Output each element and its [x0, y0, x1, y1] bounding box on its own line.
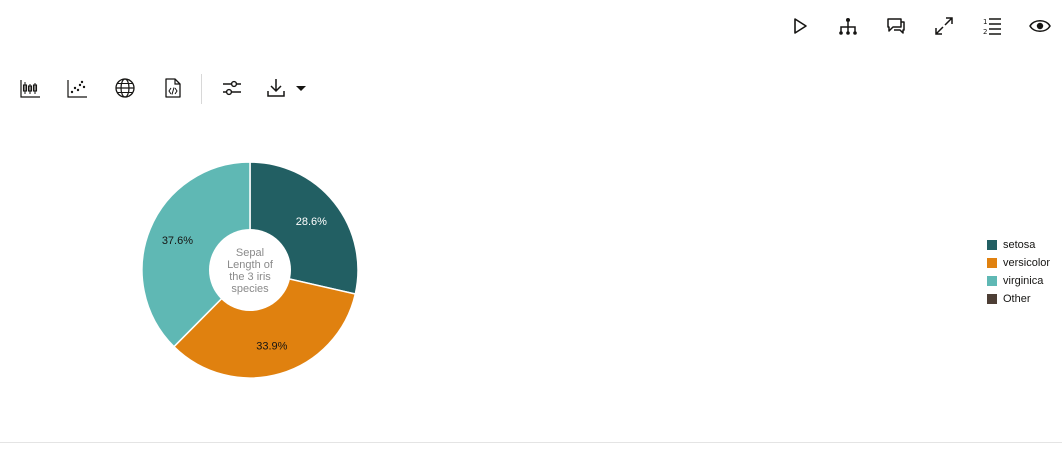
legend-swatch: [987, 276, 997, 286]
slice-label-virginica: 37.6%: [162, 235, 193, 247]
center-label-line: the 3 iris: [229, 271, 271, 283]
box-plot-icon: [20, 80, 40, 98]
list-button[interactable]: 1 2: [976, 10, 1008, 42]
center-label-line: species: [231, 283, 269, 295]
legend-label: virginica: [1003, 275, 1044, 287]
chart-area: 28.6% 33.9% 37.6% Sepal Length of the 3 iris s…: [0, 120, 1062, 430]
download-button[interactable]: [260, 72, 292, 104]
legend-item-other[interactable]: Other: [987, 290, 1050, 308]
legend-swatch: [987, 258, 997, 268]
run-button[interactable]: [784, 10, 816, 42]
toolbar-divider: [201, 74, 202, 104]
comments-icon: [887, 18, 905, 34]
download-icon: [267, 79, 285, 97]
map-button[interactable]: [109, 72, 141, 104]
comments-button[interactable]: [880, 10, 912, 42]
slice-label-versicolor: 33.9%: [256, 340, 287, 352]
run-icon: [794, 18, 807, 34]
legend-item-versicolor[interactable]: versicolor: [987, 254, 1050, 272]
hierarchy-button[interactable]: [832, 10, 864, 42]
eye-icon: [1029, 20, 1051, 32]
top-toolbar: 1 2: [722, 10, 1062, 42]
hierarchy-icon: [839, 18, 857, 35]
expand-button[interactable]: [928, 10, 960, 42]
code-file-icon: [165, 78, 181, 98]
svg-text:2: 2: [983, 28, 987, 36]
expand-icon: [935, 17, 953, 35]
center-label-line: Length of: [227, 259, 274, 271]
legend-item-virginica[interactable]: virginica: [987, 272, 1050, 290]
box-plot-button[interactable]: [14, 72, 46, 104]
filter-settings-button[interactable]: [216, 72, 248, 104]
view-button[interactable]: [1024, 10, 1056, 42]
numbered-list-icon: 1 2: [983, 18, 1001, 36]
legend-label: versicolor: [1003, 257, 1051, 269]
center-label-line: Sepal: [236, 247, 264, 259]
globe-icon: [115, 78, 135, 98]
code-file-button[interactable]: [157, 72, 189, 104]
donut-chart: 28.6% 33.9% 37.6% SepalLength ofthe 3 iriss…: [141, 161, 359, 379]
svg-text:1: 1: [983, 18, 987, 26]
legend-swatch: [987, 294, 997, 304]
secondary-toolbar: [12, 72, 322, 104]
chart-legend: setosa versicolor virginica Other: [987, 236, 1050, 308]
legend-item-setosa[interactable]: setosa: [987, 236, 1050, 254]
download-dropdown-caret[interactable]: [296, 86, 306, 91]
slice-label-setosa: 28.6%: [296, 216, 327, 228]
legend-label: Other: [1003, 293, 1031, 305]
sliders-icon: [223, 80, 241, 96]
legend-label: setosa: [1003, 239, 1036, 251]
legend-swatch: [987, 240, 997, 250]
bottom-divider: [0, 442, 1062, 443]
scatter-plot-icon: [67, 80, 87, 98]
scatter-plot-button[interactable]: [61, 72, 93, 104]
